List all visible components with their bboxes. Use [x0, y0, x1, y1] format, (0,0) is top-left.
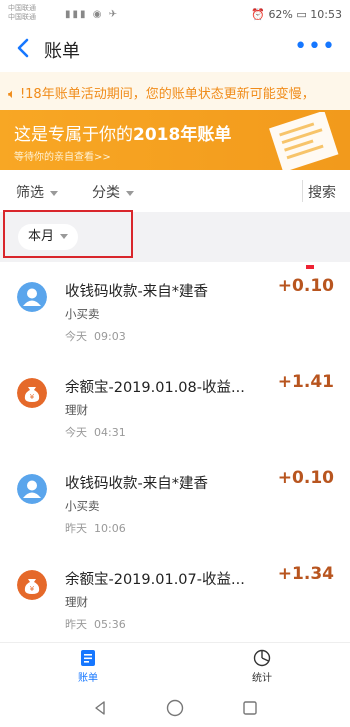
- filter-dropdown[interactable]: 筛选: [16, 182, 58, 202]
- banner-title: 这是专属于你的2018年账单: [14, 120, 231, 145]
- tab-bill-label: 账单: [78, 673, 98, 684]
- transaction-amount: +1.34: [277, 564, 334, 584]
- money-bag-icon: ¥: [17, 570, 47, 600]
- back-arrow-icon[interactable]: [12, 36, 36, 60]
- carrier-1: 中国联通: [8, 4, 36, 12]
- filter-label: 筛选: [16, 185, 44, 201]
- more-icon[interactable]: •••: [294, 34, 336, 59]
- transaction-amount: +0.10: [277, 468, 334, 488]
- transaction-category: 理财: [65, 595, 88, 609]
- transaction-time: 今天 09:03: [65, 328, 126, 344]
- carrier-2: 中国联通: [8, 13, 36, 21]
- pie-chart-icon: [253, 649, 271, 667]
- nav-bar: 账单 •••: [0, 28, 350, 72]
- transaction-date: 今天: [65, 330, 87, 343]
- tab-stats[interactable]: 统计: [250, 649, 274, 684]
- status-bar: 中国联通 中国联通 ▮▮▮ ◉ ✈ ⏰ 62% ▭ 10:53: [0, 0, 350, 28]
- transaction-title: 余额宝-2019.01.08-收益...: [65, 380, 245, 396]
- caret-down-icon: [50, 190, 58, 196]
- red-marker: [306, 265, 314, 269]
- notice-content: 🔈︎ !18年账单活动期间，您的账单状态更新可能变慢，: [8, 83, 348, 102]
- annual-bill-banner[interactable]: 这是专属于你的2018年账单 等待你的亲自查看>>: [0, 110, 350, 170]
- search-button[interactable]: 搜索: [308, 182, 336, 202]
- transaction-category: 小买卖: [65, 499, 100, 513]
- system-nav-bar: [0, 690, 350, 727]
- category-label: 分类: [92, 185, 120, 201]
- transaction-category: 理财: [65, 403, 88, 417]
- person-icon: [17, 474, 47, 504]
- speaker-icon: 🔈︎: [8, 87, 16, 102]
- transaction-clock: 09:03: [94, 330, 126, 343]
- bill-icon: [81, 650, 95, 666]
- system-recents-icon[interactable]: [242, 700, 258, 716]
- highlight-box: [3, 210, 133, 258]
- transaction-amount: +0.10: [277, 276, 334, 296]
- transaction-amount: +1.41: [277, 372, 334, 392]
- page-title: 账单: [44, 41, 80, 62]
- transaction-clock: 05:36: [94, 618, 126, 631]
- transaction-time: 今天 04:31: [65, 424, 126, 440]
- money-bag-icon: ¥: [17, 378, 47, 408]
- banner-title-year: 2018年账单: [133, 125, 232, 145]
- svg-text:¥: ¥: [30, 585, 35, 593]
- transaction-time: 昨天 05:36: [65, 616, 126, 632]
- svg-text:¥: ¥: [30, 393, 35, 401]
- system-back-icon[interactable]: [92, 700, 108, 716]
- tab-stats-label: 统计: [252, 673, 272, 684]
- transaction-date: 今天: [65, 426, 87, 439]
- notice-text: !18年账单活动期间，您的账单状态更新可能变慢，: [19, 87, 315, 102]
- transaction-category: 小买卖: [65, 307, 100, 321]
- carrier-label: 中国联通 中国联通: [8, 4, 36, 22]
- transaction-row[interactable]: ¥ 余额宝-2019.01.07-收益... 理财 昨天 05:36 +1.34: [0, 550, 350, 647]
- divider: [302, 180, 303, 202]
- category-dropdown[interactable]: 分类: [92, 182, 134, 202]
- caret-down-icon: [126, 190, 134, 196]
- receipt-illustration-icon: [269, 112, 339, 170]
- banner-title-prefix: 这是专属于你的: [14, 125, 133, 145]
- transaction-row[interactable]: 收钱码收款-来自*建香 小买卖 今天 09:03 +0.10: [0, 262, 350, 359]
- transaction-time: 昨天 10:06: [65, 520, 126, 536]
- transaction-title: 余额宝-2019.01.07-收益...: [65, 572, 245, 588]
- signal-icons: ▮▮▮ ◉ ✈: [65, 9, 119, 20]
- battery-percent: 62%: [268, 8, 293, 21]
- clock-time: 10:53: [310, 8, 342, 21]
- transaction-clock: 04:31: [94, 426, 126, 439]
- transaction-title: 收钱码收款-来自*建香: [65, 476, 208, 492]
- status-right: ⏰ 62% ▭ 10:53: [251, 8, 342, 21]
- transaction-date: 昨天: [65, 522, 87, 535]
- battery-icon: ▭: [296, 8, 307, 21]
- transaction-row[interactable]: ¥ 余额宝-2019.01.08-收益... 理财 今天 04:31 +1.41: [0, 358, 350, 455]
- person-icon: [17, 282, 47, 312]
- system-home-icon[interactable]: [166, 699, 184, 717]
- banner-subtitle: 等待你的亲自查看>>: [14, 152, 111, 163]
- transaction-clock: 10:06: [94, 522, 126, 535]
- alarm-icon: ⏰: [251, 8, 265, 21]
- transaction-date: 昨天: [65, 618, 87, 631]
- tab-bill[interactable]: 账单: [76, 649, 100, 684]
- tab-bar: 账单 统计: [0, 642, 350, 691]
- transaction-row[interactable]: 收钱码收款-来自*建香 小买卖 昨天 10:06 +0.10: [0, 454, 350, 551]
- filter-bar: 筛选 分类 搜索: [0, 170, 350, 213]
- notice-bar[interactable]: 🔈︎ !18年账单活动期间，您的账单状态更新可能变慢，: [0, 72, 350, 110]
- transaction-title: 收钱码收款-来自*建香: [65, 284, 208, 300]
